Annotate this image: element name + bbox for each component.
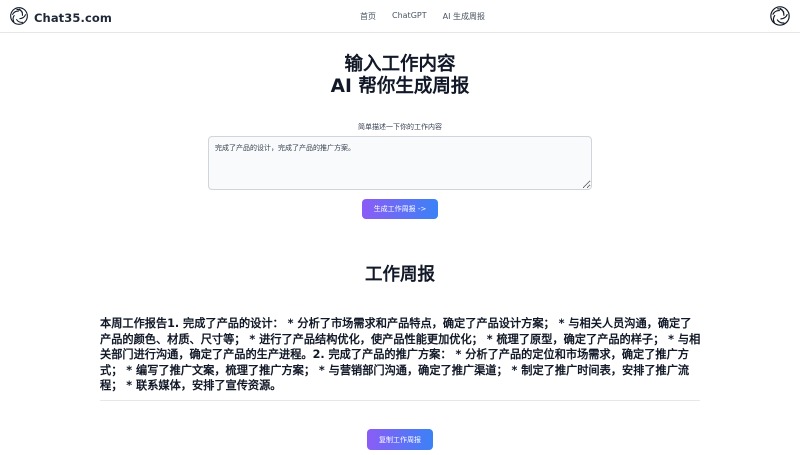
report-title: 工作周报: [365, 265, 435, 285]
brand-link[interactable]: Chat35.com: [9, 6, 112, 30]
hero-title-line1: 输入工作内容: [344, 54, 456, 75]
copy-report-button[interactable]: 复制工作周报: [367, 429, 433, 450]
report-body: 本周工作报告1. 完成了产品的设计： * 分析了市场需求和产品特点，确定了产品设…: [100, 317, 701, 392]
openai-logo-icon: [9, 6, 29, 30]
openai-logo-icon[interactable]: [769, 5, 791, 31]
nav-link-home[interactable]: 首页: [360, 11, 376, 22]
work-content-input[interactable]: 完成了产品的设计，完成了产品的推广方案。: [208, 136, 592, 190]
generate-report-button[interactable]: 生成工作周报 ->: [362, 199, 438, 219]
nav-link-ai-weekly-report[interactable]: AI 生成周报: [443, 11, 485, 22]
main-nav: 首页 ChatGPT AI 生成周报: [360, 11, 485, 22]
work-content-label: 简单描述一下你的工作内容: [358, 123, 442, 131]
report-divider: [100, 400, 700, 401]
top-header: Chat35.com 首页 ChatGPT AI 生成周报: [0, 0, 800, 33]
brand-name: Chat35.com: [34, 11, 112, 25]
nav-link-chatgpt[interactable]: ChatGPT: [392, 11, 427, 22]
hero-title-line2: AI 帮你生成周报: [330, 76, 470, 97]
